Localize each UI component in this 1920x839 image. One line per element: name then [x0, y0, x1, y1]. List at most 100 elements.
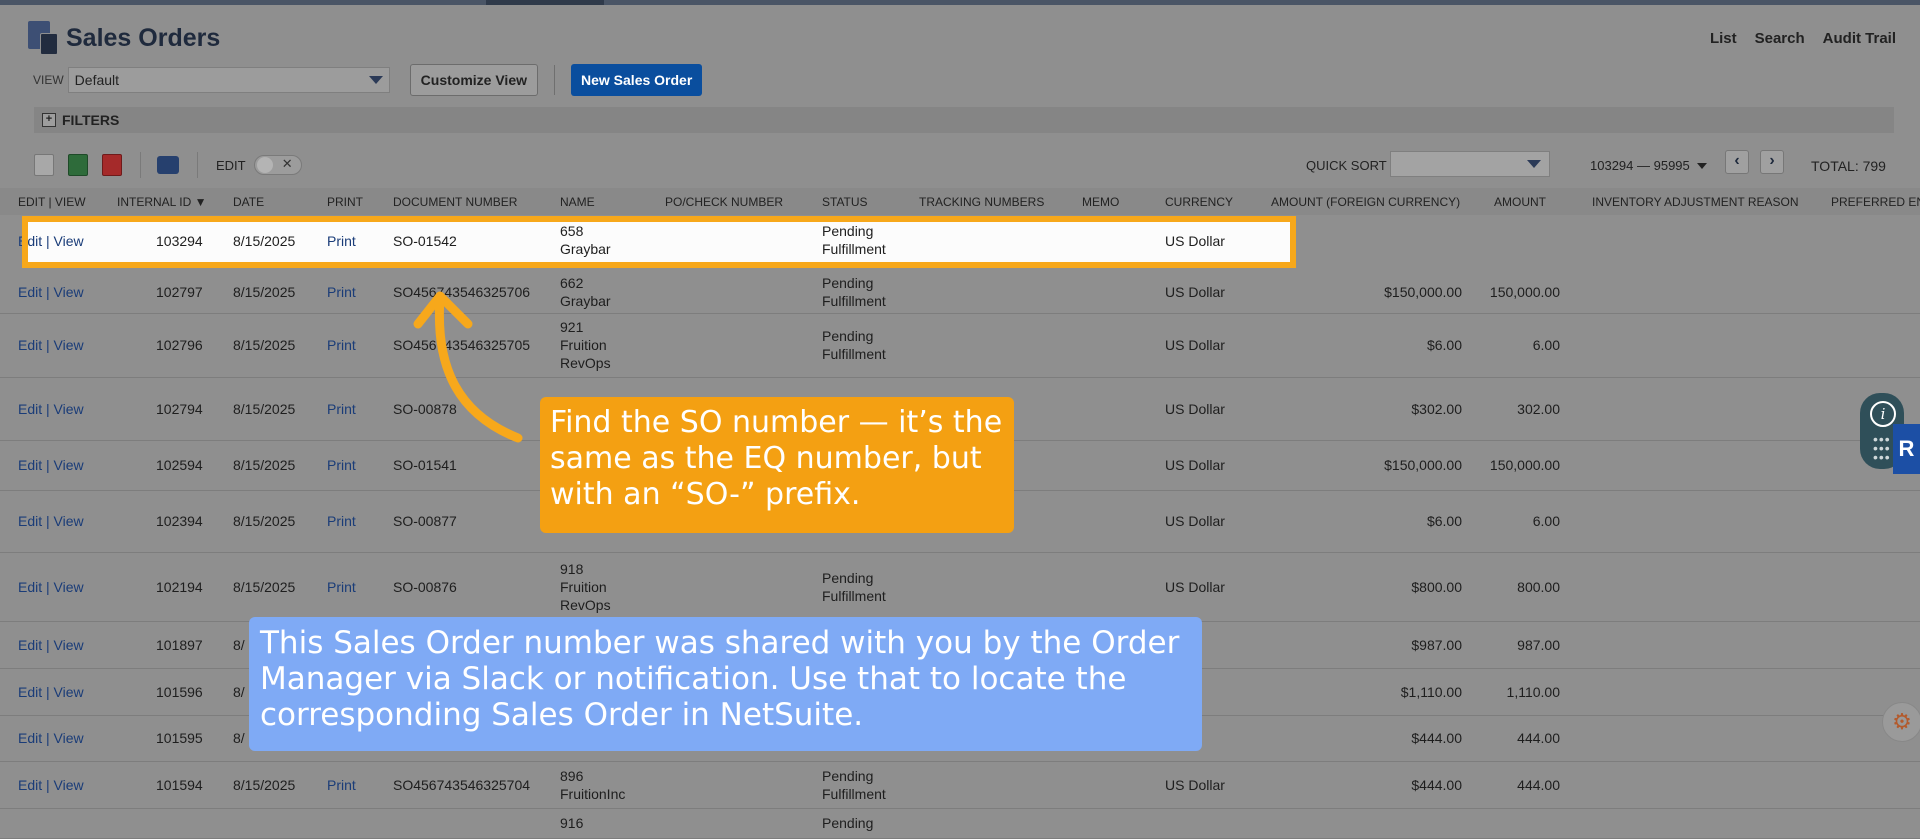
currency: US Dollar	[1165, 283, 1225, 300]
filters-label: FILTERS	[62, 112, 120, 128]
status-line: Fulfillment	[822, 292, 886, 309]
internal-id: 102794	[156, 400, 203, 417]
edit-label: EDIT	[216, 157, 246, 173]
audit-trail-link[interactable]: Audit Trail	[1823, 30, 1896, 47]
print-link[interactable]: Print	[327, 337, 356, 353]
side-panel-tab[interactable]: R	[1893, 424, 1920, 474]
internal-id: 101595	[156, 730, 203, 746]
edit-view-link[interactable]: Edit | View	[18, 284, 84, 300]
col-amount[interactable]: AMOUNT	[1494, 195, 1546, 209]
edit-view-link[interactable]: Edit | View	[18, 684, 84, 700]
edit-view-link[interactable]: Edit | View	[18, 730, 84, 746]
print-link[interactable]: Print	[327, 777, 356, 793]
col-inventory-adjustment-reason[interactable]: INVENTORY ADJUSTMENT REASON	[1592, 195, 1799, 209]
prev-page-button[interactable]: ‹	[1725, 150, 1749, 174]
col-currency[interactable]: CURRENCY	[1165, 195, 1233, 209]
date: 8/15/2025	[233, 578, 296, 595]
next-page-button[interactable]: ›	[1760, 150, 1784, 174]
status-line: Pending	[822, 274, 874, 291]
document-icon[interactable]	[34, 154, 54, 176]
customer-name: 916	[560, 814, 583, 832]
quick-sort-select[interactable]	[1390, 151, 1550, 177]
expand-plus-icon: +	[42, 113, 56, 127]
filters-toggle[interactable]: + FILTERS	[34, 107, 1894, 133]
edit-toggle[interactable]: ✕	[253, 155, 302, 175]
toggle-knob	[256, 157, 273, 173]
print-link[interactable]: Print	[327, 457, 356, 473]
amount: 800.00	[1517, 578, 1560, 595]
document-number: SO-01541	[393, 457, 457, 473]
table-row[interactable]: Edit | View 102796 8/15/2025 Print SO4567435…	[0, 313, 1920, 378]
col-date[interactable]: DATE	[233, 195, 264, 209]
col-po-check-number[interactable]: PO/CHECK NUMBER	[665, 195, 783, 209]
status: Pending Fulfillment	[822, 274, 886, 310]
status: Pending Fulfillment	[822, 767, 886, 803]
search-link[interactable]: Search	[1755, 30, 1805, 47]
date: 8/15/2025	[233, 776, 296, 793]
table-row[interactable]: 916 Pending	[0, 808, 1920, 839]
edit-view-link[interactable]: Edit | View	[18, 513, 84, 529]
col-document-number[interactable]: DOCUMENT NUMBER	[393, 195, 517, 209]
document-number: SO-00876	[393, 578, 457, 595]
col-memo[interactable]: MEMO	[1082, 195, 1119, 209]
new-sales-order-button[interactable]: New Sales Order	[571, 64, 703, 96]
page-range-select[interactable]: 103294 — 95995	[1590, 158, 1707, 173]
edit-view-link[interactable]: Edit | View	[18, 337, 84, 353]
print-link[interactable]: Print	[327, 579, 356, 595]
print-link[interactable]: Print	[327, 513, 356, 529]
callout-so-number: Find the SO number — it’s the same as th…	[540, 397, 1014, 533]
divider	[140, 152, 141, 178]
col-status[interactable]: STATUS	[822, 195, 868, 209]
customer-name: 896 FruitionInc	[560, 767, 625, 803]
amount: 302.00	[1517, 400, 1560, 417]
col-print[interactable]: PRINT	[327, 195, 363, 209]
edit-view-link[interactable]: Edit | View	[18, 457, 84, 473]
currency: US Dollar	[1165, 513, 1225, 529]
col-name[interactable]: NAME	[560, 195, 595, 209]
amount: 6.00	[1532, 337, 1560, 353]
view-select[interactable]: Default	[67, 67, 390, 93]
apps-grid-icon[interactable]: ••• ••• •••	[1873, 432, 1891, 464]
col-tracking-numbers[interactable]: TRACKING NUMBERS	[919, 195, 1044, 209]
amount: 150,000.00	[1489, 283, 1560, 300]
status-line: Pending	[822, 569, 874, 586]
customer-name-line: 918	[560, 560, 584, 577]
customer-name-line: 896	[560, 767, 584, 784]
currency: US Dollar	[1165, 400, 1225, 417]
col-preferred-entity[interactable]: PREFERRED ENT	[1831, 195, 1920, 209]
amount: 150,000.00	[1489, 457, 1560, 473]
edit-view-link[interactable]: Edit | View	[18, 401, 84, 417]
edit-view-link[interactable]: Edit | View	[18, 579, 84, 595]
col-edit-view: EDIT | VIEW	[18, 195, 86, 209]
internal-id: 101897	[156, 636, 203, 653]
amount: 987.00	[1517, 636, 1560, 653]
table-row[interactable]: Edit | View 102797 8/15/2025 Print SO4567435…	[0, 270, 1920, 314]
print-icon[interactable]	[157, 156, 179, 174]
amount: 6.00	[1532, 513, 1560, 529]
print-link[interactable]: Print	[327, 401, 356, 417]
col-internal-id[interactable]: INTERNAL ID ▼	[117, 195, 206, 209]
edit-view-link[interactable]: Edit | View	[18, 777, 84, 793]
internal-id: 102194	[156, 578, 203, 595]
list-link[interactable]: List	[1710, 30, 1737, 47]
pdf-icon[interactable]	[102, 154, 122, 176]
table-row[interactable]: Edit | View 101594 8/15/2025 Print SO4567435…	[0, 761, 1920, 809]
print-link[interactable]: Print	[327, 284, 356, 300]
active-tab-indicator	[486, 0, 604, 5]
hubspot-icon[interactable]: ⚙	[1882, 702, 1920, 742]
customize-view-button[interactable]: Customize View	[409, 64, 538, 96]
internal-id: 101596	[156, 683, 203, 700]
date: 8/	[233, 683, 245, 700]
table-row[interactable]: Edit | View 102194 8/15/2025 Print SO-00876 9…	[0, 552, 1920, 622]
internal-id: 102796	[156, 337, 203, 353]
edit-view-link[interactable]: Edit | View	[18, 637, 84, 653]
arrow-annotation	[413, 291, 523, 443]
excel-icon[interactable]	[68, 154, 88, 176]
view-label: VIEW	[33, 73, 64, 87]
view-controls: VIEW Default Customize View New Sales Or…	[33, 64, 703, 96]
date: 8/	[233, 636, 245, 653]
date: 8/15/2025	[233, 513, 296, 529]
date: 8/15/2025	[233, 283, 296, 300]
col-amount-foreign[interactable]: AMOUNT (FOREIGN CURRENCY)	[1271, 195, 1460, 209]
status-line: Pending	[822, 815, 874, 831]
